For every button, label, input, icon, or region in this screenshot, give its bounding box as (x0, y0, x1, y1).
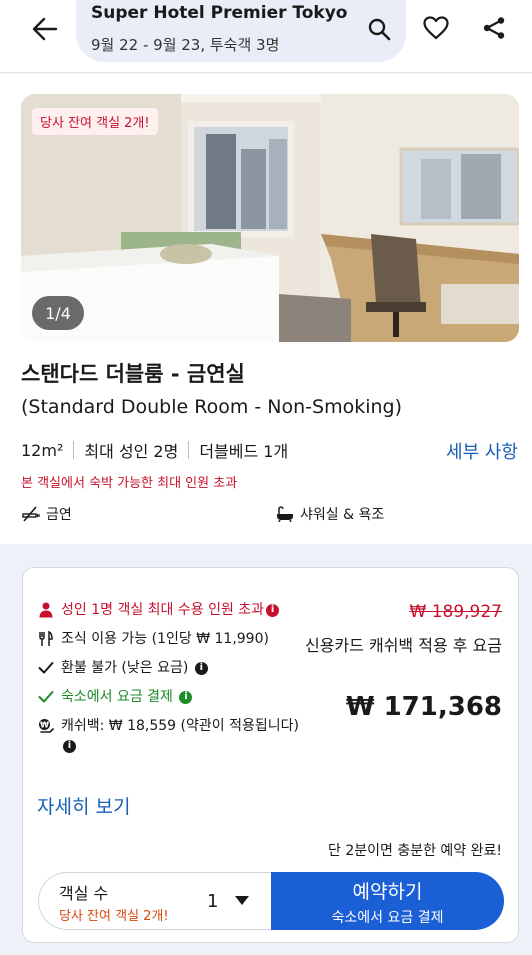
photo-counter: 1/4 (32, 296, 84, 330)
rate-feature-label: 숙소에서 요금 결제 (61, 689, 173, 705)
bathtub-icon (277, 506, 293, 522)
hotel-name: Super Hotel Premier Tokyo ... (91, 3, 353, 23)
view-more-link[interactable]: 자세히 보기 (37, 792, 130, 819)
occupancy-warning: 본 객실에서 숙박 가능한 최대 인원 초과 (21, 476, 238, 491)
check-icon (37, 687, 55, 707)
original-price: ₩ 189,927 (409, 602, 502, 622)
rate-feature-text: 환불 불가 (낮은 요금) i (61, 658, 208, 678)
rate-feature-pay-at-property: 숙소에서 요금 결제 i (37, 687, 299, 707)
check-icon (37, 658, 55, 678)
rate-features: 성인 1명 객실 최대 수용 인원 초과 i 조식 이용 가능 (1인당 ₩ 11… (37, 600, 299, 765)
reserve-button-label: 예약하기 (352, 881, 423, 903)
info-icon[interactable]: i (63, 739, 76, 753)
info-icon[interactable]: i (266, 603, 280, 617)
rate-feature-occupancy: 성인 1명 객실 최대 수용 인원 초과 i (37, 600, 299, 620)
rate-feature-text: 성인 1명 객실 최대 수용 인원 초과 i (61, 600, 280, 620)
search-button[interactable] (364, 14, 394, 44)
rate-feature-breakfast: 조식 이용 가능 (1인당 ₩ 11,990) (37, 629, 299, 649)
price-note: 신용카드 캐쉬백 적용 후 요금 (305, 636, 502, 655)
room-name-en: (Standard Double Room - Non-Smoking) (21, 396, 403, 418)
caret-down-icon (235, 896, 249, 905)
amenity-label: 샤워실 & 욕조 (300, 507, 385, 523)
rate-card: 성인 1명 객실 최대 수용 인원 초과 i 조식 이용 가능 (1인당 ₩ 11… (22, 567, 519, 943)
trip-summary: 9월 22 - 9월 23, 투숙객 3명 (91, 36, 280, 54)
booking-time-note: 단 2분이면 충분한 예약 완료! (328, 843, 502, 859)
room-count-label: 객실 수 (59, 884, 109, 903)
rate-feature-cashback: ₩ 캐쉬백: ₩ 18,559 (약관이 적용됩니다) i (37, 716, 299, 756)
rate-feature-label: 성인 1명 객실 최대 수용 인원 초과 (61, 602, 265, 618)
final-price: ₩ 171,368 (345, 692, 502, 722)
info-icon[interactable]: i (194, 661, 208, 675)
divider (188, 441, 190, 459)
cashback-icon: ₩ (37, 716, 55, 736)
room-photo-carousel[interactable]: 당사 잔여 객실 2개! 1/4 (21, 94, 519, 342)
room-specs: 12m² 최대 성인 2명 더블베드 1개 (21, 438, 288, 462)
reserve-button[interactable]: 예약하기 숙소에서 요금 결제 (271, 872, 504, 930)
rate-feature-text: 숙소에서 요금 결제 i (61, 687, 193, 707)
rate-feature-label: 환불 불가 (낮은 요금) (61, 660, 189, 676)
heart-icon (423, 16, 449, 40)
info-icon[interactable]: i (179, 690, 193, 704)
room-details-link[interactable]: 세부 사항 (446, 438, 518, 464)
bed-type: 더블베드 1개 (199, 442, 289, 461)
amenity-label: 금연 (46, 507, 72, 523)
rate-feature-refund: 환불 불가 (낮은 요금) i (37, 658, 299, 678)
reserve-button-sublabel: 숙소에서 요금 결제 (331, 910, 444, 926)
search-icon (368, 18, 391, 41)
room-count-value: 1 (207, 891, 219, 912)
utensils-icon (37, 629, 55, 649)
arrow-left-icon (32, 17, 58, 41)
favorite-button[interactable] (421, 12, 451, 44)
no-smoking-icon (22, 506, 40, 522)
share-icon (483, 17, 505, 39)
divider (73, 441, 75, 459)
svg-text:₩: ₩ (40, 721, 49, 730)
share-button[interactable] (480, 12, 508, 44)
max-occupancy: 최대 성인 2명 (84, 442, 179, 461)
back-button[interactable] (28, 12, 62, 46)
rate-feature-label: 캐쉬백: ₩ 18,559 (약관이 적용됩니다) (61, 718, 299, 734)
amenity-shower-bath: 샤워실 & 욕조 (276, 504, 384, 524)
room-size: 12m² (21, 440, 64, 460)
search-summary-pill[interactable]: Super Hotel Premier Tokyo ... 9월 22 - 9월… (76, 0, 406, 62)
rate-feature-label: 조식 이용 가능 (1인당 ₩ 11,990) (61, 631, 269, 647)
rate-feature-text: 캐쉬백: ₩ 18,559 (약관이 적용됩니다) i (61, 716, 299, 756)
top-bar: Super Hotel Premier Tokyo ... 9월 22 - 9월… (0, 0, 532, 73)
person-icon (37, 600, 55, 620)
room-summary-section: 당사 잔여 객실 2개! 1/4 스탠다드 더블룸 - 금연실 (Standar… (0, 74, 532, 544)
amenity-non-smoking: 금연 (22, 504, 72, 524)
rooms-left-note: 당사 잔여 객실 2개! (59, 909, 169, 924)
room-count-selector[interactable]: 객실 수 당사 잔여 객실 2개! 1 (38, 872, 278, 930)
availability-badge: 당사 잔여 객실 2개! (32, 108, 158, 135)
room-name: 스탠다드 더블룸 - 금연실 (21, 362, 245, 386)
